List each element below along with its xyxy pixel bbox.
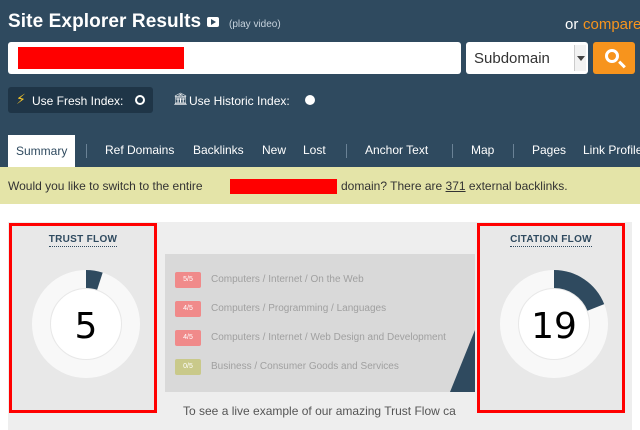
tab-separator <box>452 144 453 158</box>
tab-backlinks[interactable]: Backlinks <box>193 143 244 157</box>
scope-select-value: Subdomain <box>474 50 550 67</box>
tab-separator <box>86 144 87 158</box>
topic-score-badge: 4/5 <box>175 330 201 346</box>
play-video-link[interactable]: (play video) <box>229 19 281 30</box>
trust-flow-value: 5 <box>74 306 98 347</box>
trust-flow-box: TRUST FLOW 5 <box>9 223 157 413</box>
tab-summary[interactable]: Summary <box>8 135 76 167</box>
tab-anchor-text[interactable]: Anchor Text <box>365 143 428 157</box>
or-text: or <box>565 16 579 33</box>
topic-label: Computers / Programming / Languages <box>211 303 387 314</box>
chevron-down-icon <box>574 45 586 71</box>
tab-separator <box>513 144 514 158</box>
tab-bar: Summary Ref Domains Backlinks New Lost A… <box>0 135 640 167</box>
tab-pages[interactable]: Pages <box>532 143 566 157</box>
notice-text-start: Would you like to switch to the entire <box>8 179 203 193</box>
play-video-icon[interactable] <box>207 17 219 27</box>
redacted-domain <box>230 179 337 194</box>
live-example-text: To see a live example of our amazing Tru… <box>183 404 456 418</box>
citation-flow-title: CITATION FLOW <box>510 234 592 247</box>
topics-decoration <box>450 330 475 392</box>
tab-map[interactable]: Map <box>471 143 494 157</box>
gauge-fill <box>85 270 103 290</box>
historic-index-label[interactable]: Use Historic Index: <box>189 94 290 108</box>
tab-new[interactable]: New <box>262 143 286 157</box>
topical-trust-flow-panel: 5/5 Computers / Internet / On the Web 4/… <box>165 254 475 392</box>
compare-link[interactable]: compare <box>583 16 640 33</box>
tab-lost[interactable]: Lost <box>303 143 326 157</box>
header-bar: Site Explorer Results (play video) or co… <box>0 0 640 135</box>
tab-separator <box>346 144 347 158</box>
fresh-index-option[interactable]: ⚡ Use Fresh Index: <box>8 87 153 113</box>
bank-icon: 🏛 <box>173 92 189 106</box>
citation-flow-value: 19 <box>531 306 577 347</box>
search-icon <box>605 49 619 63</box>
trust-flow-title: TRUST FLOW <box>48 234 118 247</box>
lightning-bolt-icon: ⚡ <box>16 91 26 107</box>
topic-score-badge: 0/5 <box>175 359 201 375</box>
topic-label: Business / Consumer Goods and Services <box>211 361 399 372</box>
topic-score-badge: 5/5 <box>175 272 201 288</box>
redacted-url <box>18 47 184 69</box>
topic-label: Computers / Internet / On the Web <box>211 274 364 285</box>
scope-select[interactable]: Subdomain <box>466 42 588 74</box>
historic-index-radio[interactable] <box>305 95 315 105</box>
tab-link-profile[interactable]: Link Profile <box>583 143 640 157</box>
topic-label: Computers / Internet / Web Design and De… <box>211 332 446 343</box>
backlink-count-link[interactable]: 371 <box>446 179 466 193</box>
notice-text-middle: domain? There are 371 external backlinks… <box>341 179 568 193</box>
tab-ref-domains[interactable]: Ref Domains <box>105 143 174 157</box>
page-title: Site Explorer Results <box>8 11 202 32</box>
citation-flow-box: CITATION FLOW 19 <box>477 223 625 413</box>
topic-score-badge: 4/5 <box>175 301 201 317</box>
fresh-index-radio[interactable] <box>135 95 145 105</box>
fresh-index-label: Use Fresh Index: <box>32 94 124 108</box>
search-button[interactable] <box>593 42 635 74</box>
